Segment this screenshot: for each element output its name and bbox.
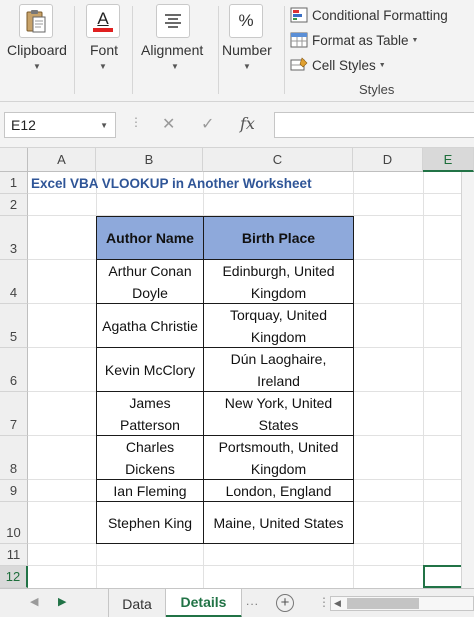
table-header-author: Author Name [96,216,204,260]
number-group[interactable]: % Number ▼ [220,0,282,100]
font-label: Font [90,42,119,58]
table-cell-birth-place: Dún Laoghaire, Ireland [204,348,354,392]
row-header-4[interactable]: 4 [0,260,28,304]
scroll-left-icon[interactable]: ◀ [334,597,341,610]
table-cell-author: Arthur Conan Doyle [96,260,204,304]
formula-bar-resize-handle[interactable]: ⋮ [130,115,142,129]
column-header-c[interactable]: C [203,148,353,172]
clipboard-icon [19,4,53,38]
ribbon-separator [74,6,75,94]
number-label: Number [222,42,272,58]
add-sheet-button[interactable]: + [276,594,294,612]
alignment-label: Alignment [141,42,204,58]
align-lines-icon [156,4,190,38]
ribbon-separator [218,6,219,94]
formula-bar: E12 ▼ ⋮ ✕ ✓ fx [0,102,474,148]
column-header-d[interactable]: D [353,148,423,172]
cancel-icon[interactable]: ✕ [162,114,175,134]
table-cell-birth-place: Portsmouth, United Kingdom [204,436,354,480]
chevron-down-icon: ▼ [171,62,179,71]
row-header-11[interactable]: 11 [0,544,28,566]
name-box-value: E12 [11,117,36,133]
font-group[interactable]: A Font ▼ [76,0,130,100]
sheet-title: Excel VBA VLOOKUP in Another Worksheet [31,176,312,191]
gridline [28,565,474,566]
table-cell-birth-place: Edinburgh, United Kingdom [204,260,354,304]
sheet-tab-data[interactable]: Data [108,589,166,617]
table-header-birth-place: Birth Place [204,216,354,260]
table-cell-birth-place: Torquay, United Kingdom [204,304,354,348]
ribbon: Clipboard ▼ A Font ▼ Alignment ▼ % Numbe… [0,0,474,102]
conditional-formatting-icon [290,7,308,23]
font-glyph: A [97,9,109,28]
column-header-a[interactable]: A [28,148,96,172]
format-as-table-label: Format as Table [312,32,409,48]
cell-styles-label: Cell Styles [312,57,376,73]
row-header-2[interactable]: 2 [0,194,28,216]
name-box[interactable]: E12 ▼ [4,112,116,138]
row-header-6[interactable]: 6 [0,348,28,392]
formula-input[interactable] [274,112,474,138]
conditional-formatting-button[interactable]: Conditional Formatting [290,4,448,26]
tab-splitter-handle[interactable]: ⋮ [318,595,330,609]
table-cell-author: Agatha Christie [96,304,204,348]
cell-styles-icon [290,57,308,73]
select-all-corner[interactable] [0,148,28,172]
gridline [28,193,474,194]
sheet-tab-bar: ◀ ▶ Data Details ... + ⋮ ◀ [0,588,474,617]
row-header-7[interactable]: 7 [0,392,28,436]
table-cell-birth-place: Maine, United States [204,502,354,544]
row-header-10[interactable]: 10 [0,502,28,544]
prev-sheet-icon[interactable]: ◀ [30,595,38,608]
chevron-down-icon: ▼ [411,36,419,44]
percent-glyph: % [238,11,254,30]
more-sheets-icon[interactable]: ... [246,594,259,608]
cell-styles-button[interactable]: Cell Styles ▼ [290,54,386,76]
row-header-9[interactable]: 9 [0,480,28,502]
row-header-1[interactable]: 1 [0,172,28,194]
table-cell-author: Kevin McClory [96,348,204,392]
row-header-5[interactable]: 5 [0,304,28,348]
row-header-12[interactable]: 12 [0,566,28,588]
ribbon-separator [284,6,285,94]
insert-function-icon[interactable]: fx [240,114,255,133]
gridline [423,172,424,588]
column-header-e[interactable]: E [423,148,474,172]
styles-group-label: Styles [359,82,395,97]
chevron-down-icon: ▼ [33,62,41,71]
row-header-3[interactable]: 3 [0,216,28,260]
format-as-table-button[interactable]: Format as Table ▼ [290,29,418,51]
enter-icon[interactable]: ✓ [201,114,214,134]
format-as-table-icon [290,32,308,48]
alignment-group[interactable]: Alignment ▼ [134,0,216,100]
table-cell-author: James Patterson [96,392,204,436]
worksheet-grid[interactable]: A B C D E 1 2 3 4 5 6 7 8 9 10 11 12 Exc… [0,148,474,588]
vertical-scrollbar[interactable] [461,172,474,588]
chevron-down-icon[interactable]: ▼ [100,121,108,130]
horizontal-scrollbar[interactable]: ◀ [330,596,474,611]
table-cell-birth-place: New York, United States [204,392,354,436]
chevron-down-icon: ▼ [99,62,107,71]
chevron-down-icon: ▼ [378,61,386,69]
table-cell-author: Charles Dickens [96,436,204,480]
column-header-b[interactable]: B [96,148,203,172]
table-cell-author: Stephen King [96,502,204,544]
ribbon-separator [132,6,133,94]
table-cell-author: Ian Fleming [96,480,204,502]
table-cell-birth-place: London, England [204,480,354,502]
clipboard-label: Clipboard [7,42,67,58]
percent-icon: % [229,4,263,38]
selected-cell-e12[interactable] [423,565,463,588]
font-color-icon: A [86,4,120,38]
row-header-8[interactable]: 8 [0,436,28,480]
chevron-down-icon: ▼ [243,62,251,71]
sheet-tab-details[interactable]: Details [166,589,242,617]
font-color-bar [93,28,113,32]
scrollbar-thumb[interactable] [347,598,419,609]
next-sheet-icon[interactable]: ▶ [58,595,66,608]
clipboard-group[interactable]: Clipboard ▼ [0,0,72,100]
conditional-formatting-label: Conditional Formatting [312,7,448,23]
